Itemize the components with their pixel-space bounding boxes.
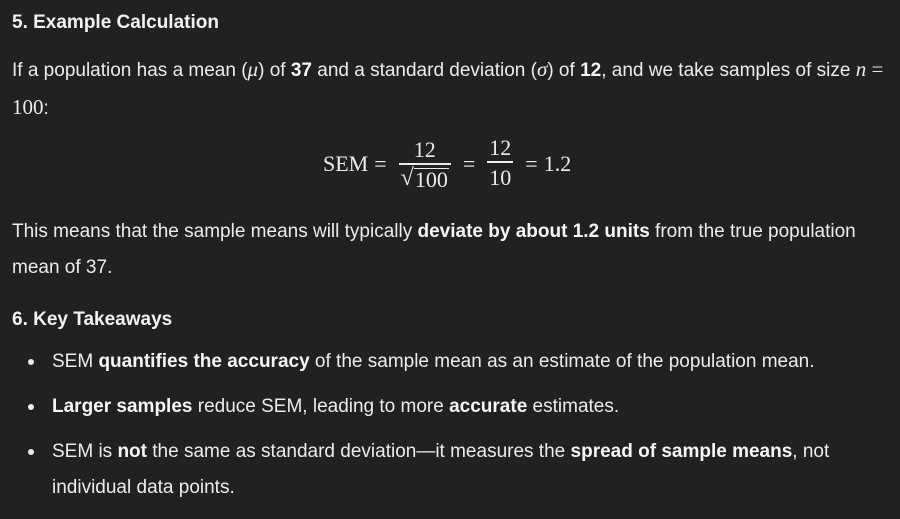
bullet-icon xyxy=(28,404,34,410)
intro-text-2: ) of xyxy=(258,60,291,81)
sigma-symbol: σ xyxy=(536,57,548,81)
takeaway-2-text-1: reduce SEM, leading to more xyxy=(192,396,450,417)
fraction-1-numerator: 12 xyxy=(413,137,436,163)
equation-result: 1.2 xyxy=(543,151,572,176)
takeaways-list: SEM quantifies the accuracy of the sampl… xyxy=(12,344,888,506)
equals-sign-1: = xyxy=(374,151,387,176)
takeaway-3-bold-1: not xyxy=(117,441,147,462)
intro-text-4: ) of xyxy=(547,60,581,81)
fraction-2-numerator: 12 xyxy=(489,135,512,161)
intro-text-6: : xyxy=(43,98,49,119)
example-meaning-paragraph: This means that the sample means will ty… xyxy=(12,214,888,286)
sqrt-icon: √ xyxy=(400,164,414,191)
list-item: Larger samples reduce SEM, leading to mo… xyxy=(12,389,888,425)
intro-text-5: , and we take samples of size xyxy=(601,60,856,81)
takeaway-2-bold-1: Larger samples xyxy=(52,396,193,417)
list-item: SEM quantifies the accuracy of the sampl… xyxy=(12,344,888,380)
takeaway-3-bold-2: spread of sample means xyxy=(570,441,793,462)
bullet-icon xyxy=(28,449,34,455)
fraction-1-denominator: √ 100 xyxy=(399,165,451,191)
takeaway-1-text-2: of the sample mean as an estimate of the… xyxy=(309,351,815,372)
intro-text-3: and a standard deviation ( xyxy=(311,60,537,81)
takeaway-2-bold-2: accurate xyxy=(449,396,528,417)
list-item: SEM is not the same as standard deviatio… xyxy=(12,434,888,506)
mu-symbol: μ xyxy=(247,57,259,81)
sqrt-argument: 100 xyxy=(413,166,449,192)
meaning-text-1: This means that the sample means will ty… xyxy=(12,221,418,242)
equals-sign-2: = xyxy=(462,151,476,176)
sem-equation: SEM = 12 √ 100 = 12 10 = 1.2 xyxy=(323,133,571,195)
fraction-2-denominator: 10 xyxy=(489,164,512,190)
bullet-icon xyxy=(28,359,34,365)
takeaway-3-text-2: the same as standard deviation—it measur… xyxy=(147,441,571,462)
equals-sign-3: = xyxy=(525,151,538,176)
mean-value: 37 xyxy=(290,60,312,81)
takeaway-3-text-1: SEM is xyxy=(52,441,118,462)
example-intro-paragraph: If a population has a mean (μ) of 37 and… xyxy=(12,51,888,127)
meaning-bold: deviate by about 1.2 units xyxy=(417,221,650,242)
sd-value: 12 xyxy=(580,60,602,81)
takeaway-1-bold-1: quantifies the accuracy xyxy=(98,351,310,372)
fraction-12-over-10: 12 10 xyxy=(487,135,514,192)
takeaway-2-text-2: estimates. xyxy=(527,396,620,417)
equation-lhs: SEM xyxy=(323,151,369,176)
section-heading-example-calculation: 5. Example Calculation xyxy=(12,12,219,33)
n-variable: n xyxy=(855,57,867,81)
fraction-12-over-sqrt100: 12 √ 100 xyxy=(398,137,451,191)
section-heading-key-takeaways: 6. Key Takeaways xyxy=(12,309,173,330)
intro-text-1: If a population has a mean ( xyxy=(12,60,248,81)
takeaway-1-text-1: SEM xyxy=(52,351,99,372)
